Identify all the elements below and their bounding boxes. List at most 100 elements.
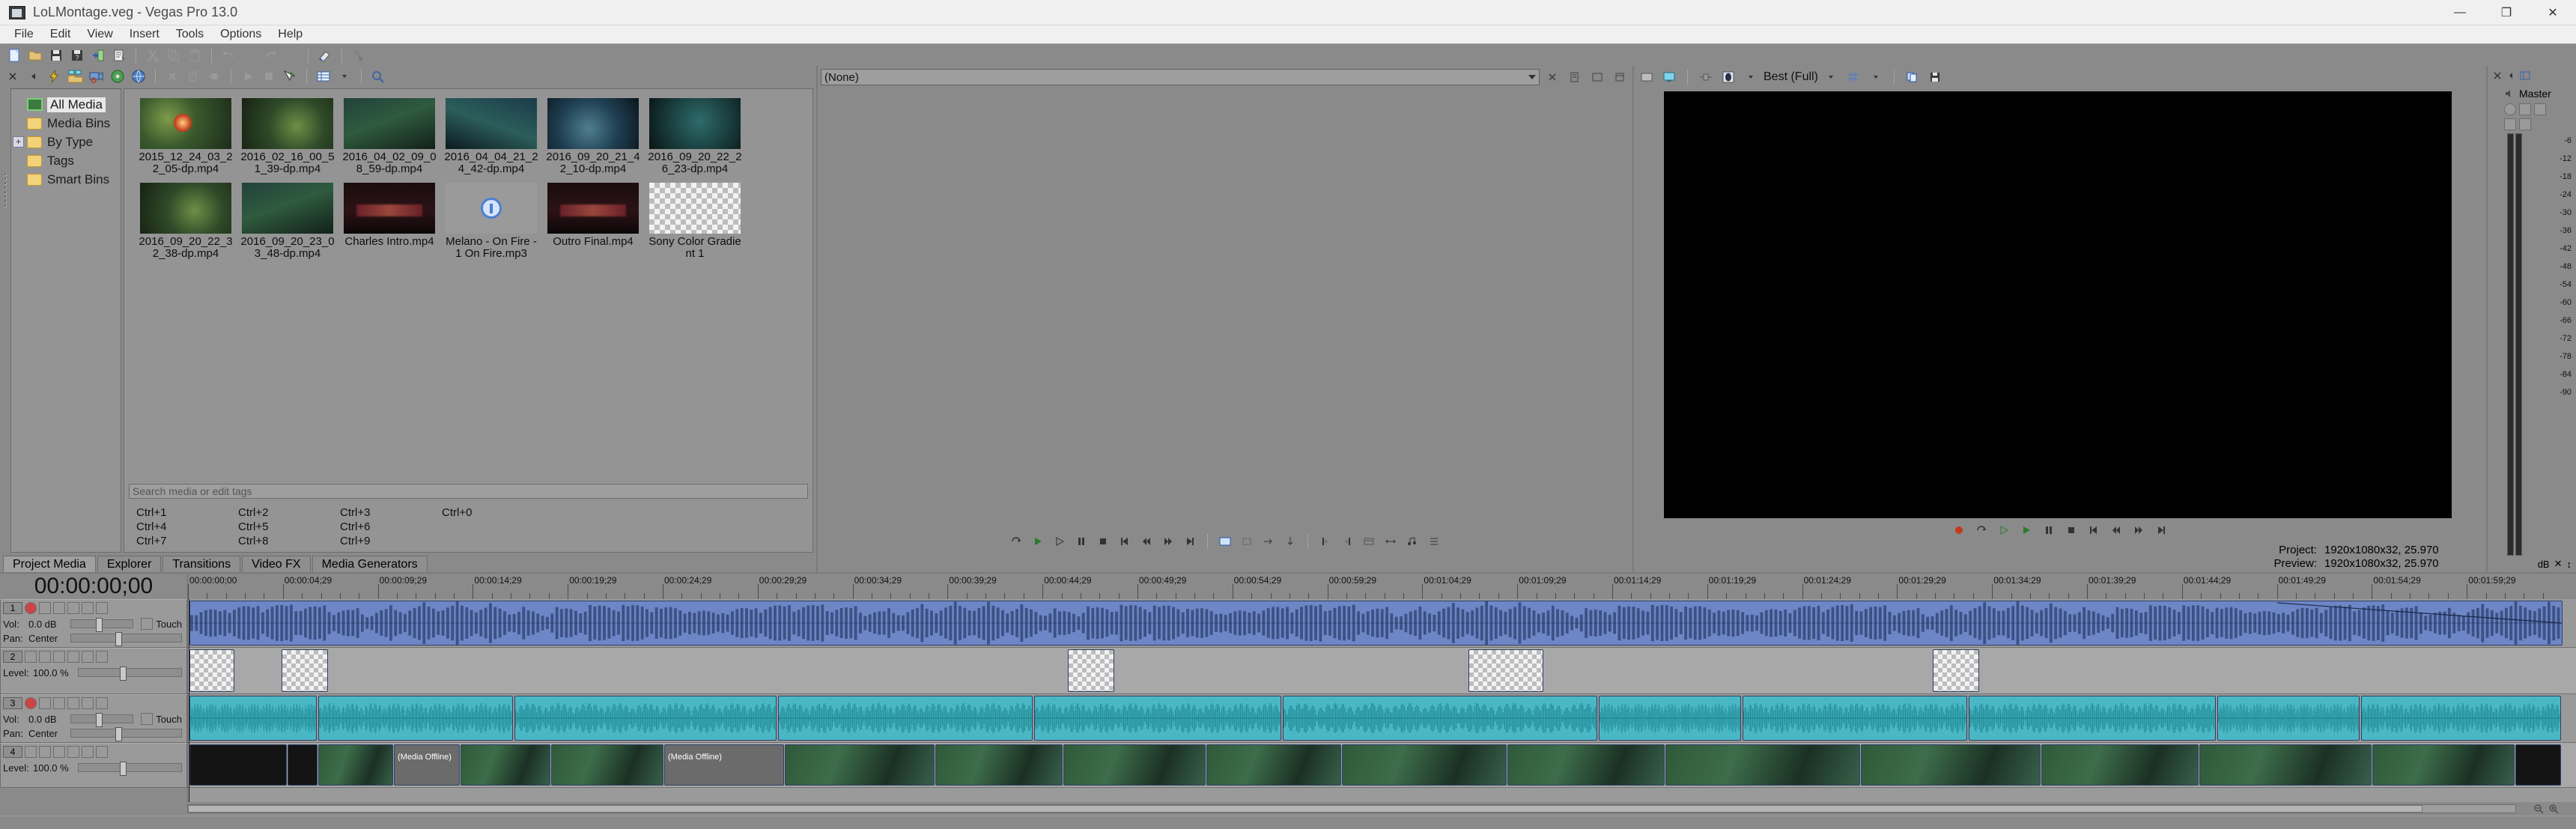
master-fx-icon[interactable] [2504,118,2516,130]
extract-audio-cd-icon[interactable] [108,67,127,85]
track-motion-icon[interactable] [82,746,94,758]
track-header-4[interactable]: 4 Level: 100.0 % [0,743,187,788]
cut-icon[interactable] [143,46,162,64]
trimmer-add-across-time-icon[interactable] [1281,532,1300,550]
tree-item-by-type[interactable]: + By Type [13,133,119,151]
media-item[interactable]: 2016_09_20_22_32_38-dp.mp4 [138,183,234,260]
video-clip[interactable] [318,744,393,786]
new-project-icon[interactable] [4,46,24,64]
preview-rew-icon[interactable] [2106,521,2126,539]
tab-media-generators[interactable]: Media Generators [312,556,428,572]
track-level-value[interactable]: 100.0 % [33,762,75,774]
media-item[interactable]: 2016_09_20_21_42_10-dp.mp4 [545,98,641,175]
audio-clip[interactable] [318,696,513,741]
trimmer-stage[interactable] [818,88,1632,530]
track-fx-icon[interactable] [39,651,51,663]
master-close-icon[interactable] [2492,70,2503,81]
audio-clip[interactable] [778,696,1033,741]
preview-ff-icon[interactable] [2129,521,2148,539]
media-thumbnail[interactable] [547,183,639,234]
timeline-ruler[interactable]: 00:00:00;00 00:00:04;29 00:00:09;29 00:00:1… [187,574,2576,599]
trimmer-maximize-icon[interactable] [1610,68,1629,86]
track-level-fader[interactable] [78,666,182,681]
track-vol-value[interactable]: 0.0 dB [28,619,67,630]
track-pan-fader[interactable] [70,632,182,646]
media-thumbnail[interactable] [547,98,639,149]
start-preview-icon[interactable] [238,67,258,85]
tree-item-media-bins[interactable]: Media Bins [13,114,119,133]
trimmer-play-icon[interactable] [1028,532,1048,550]
menu-item-edit[interactable]: Edit [42,26,79,43]
audio-clip[interactable] [2361,696,2561,741]
track-phase-icon[interactable] [96,602,108,614]
video-clip[interactable] [1665,744,1860,786]
trimmer-stop-icon[interactable] [1093,532,1113,550]
track-header-2[interactable]: 2 Level: 100.0 % [0,648,187,694]
media-item[interactable]: 2016_04_04_21_24_42-dp.mp4 [443,98,539,175]
menu-item-view[interactable]: View [79,26,121,43]
tab-explorer[interactable]: Explorer [97,556,162,572]
search-input[interactable]: Search media or edit tags [129,484,808,499]
media-item[interactable]: Sony Color Gradient 1 [647,183,743,260]
trimmer-play-selection-icon[interactable] [1050,532,1069,550]
tree-item-smart-bins[interactable]: Smart Bins [13,170,119,189]
master-solo-icon[interactable] [2534,103,2546,115]
menu-item-help[interactable]: Help [270,26,311,43]
preview-split-screen-icon[interactable] [1696,68,1716,86]
media-item[interactable]: 2016_09_20_23_03_48-dp.mp4 [240,183,335,260]
project-properties-icon[interactable] [109,46,129,64]
video-clip[interactable] [282,649,328,692]
media-thumbnail[interactable] [446,98,537,149]
media-properties-icon[interactable] [183,67,203,85]
preview-loop-icon[interactable] [1972,521,1991,539]
video-clip[interactable] [2372,744,2515,786]
preview-project-video-icon[interactable] [1637,68,1656,86]
video-clip[interactable] [1063,744,1206,786]
media-item[interactable]: 2015_12_24_03_22_05-dp.mp4 [138,98,234,175]
video-clip[interactable] [935,744,1063,786]
tree-item-all-media[interactable]: All Media [13,95,119,114]
track-mute-icon[interactable] [53,651,65,663]
trimmer-remove-icon[interactable] [1543,68,1562,86]
preview-display-icon[interactable] [1659,68,1679,86]
preview-next-frame-icon[interactable] [2151,521,2171,539]
copy-snapshot-icon[interactable] [1903,68,1922,86]
track-fx-icon[interactable] [39,697,51,709]
track-volume-fader[interactable] [70,618,134,632]
trimmer-fitwidth-icon[interactable] [1381,532,1400,550]
track-motion-icon[interactable] [82,651,94,663]
track-pan-fader[interactable] [70,727,182,741]
trimmer-select-icon[interactable] [1237,532,1257,550]
import-from-folder-icon[interactable] [66,67,85,85]
track-automation-icon[interactable] [82,697,94,709]
close-panel-icon[interactable] [3,67,22,85]
menu-item-tools[interactable]: Tools [168,26,212,43]
media-thumbnail[interactable] [649,98,741,149]
master-mute-icon[interactable] [2519,103,2531,115]
video-clip[interactable] [1468,649,1543,692]
views-dropdown-icon[interactable] [335,67,354,85]
track-record-arm-icon[interactable] [25,602,37,614]
menu-item-insert[interactable]: Insert [121,26,168,43]
media-item[interactable]: 2016_09_20_22_26_23-dp.mp4 [647,98,743,175]
track-volume-fader[interactable] [70,713,134,727]
track-compositing-icon[interactable] [25,746,37,758]
views-icon[interactable] [314,67,333,85]
media-thumbnail[interactable] [140,98,231,149]
master-record-icon[interactable] [2504,103,2516,115]
media-thumbnail[interactable] [446,183,537,234]
stop-preview-icon[interactable] [259,67,279,85]
track-fx-icon[interactable] [39,746,51,758]
media-thumbnail[interactable] [649,183,741,234]
trimmer-pause-icon[interactable] [1072,532,1091,550]
get-media-from-web-icon[interactable] [129,67,148,85]
audio-clip[interactable] [1743,696,1967,741]
track-compositing-icon[interactable] [25,651,37,663]
copy-icon[interactable] [164,46,183,64]
track-lane[interactable]: (Media Offline) (Media Offline) [188,743,2576,788]
zoom-out-icon[interactable] [2533,804,2544,814]
video-clip[interactable] [189,649,234,692]
master-resize-icon[interactable]: ↕ [2567,559,2572,570]
video-clip[interactable] [2041,744,2199,786]
track-automation-icon[interactable] [96,746,108,758]
